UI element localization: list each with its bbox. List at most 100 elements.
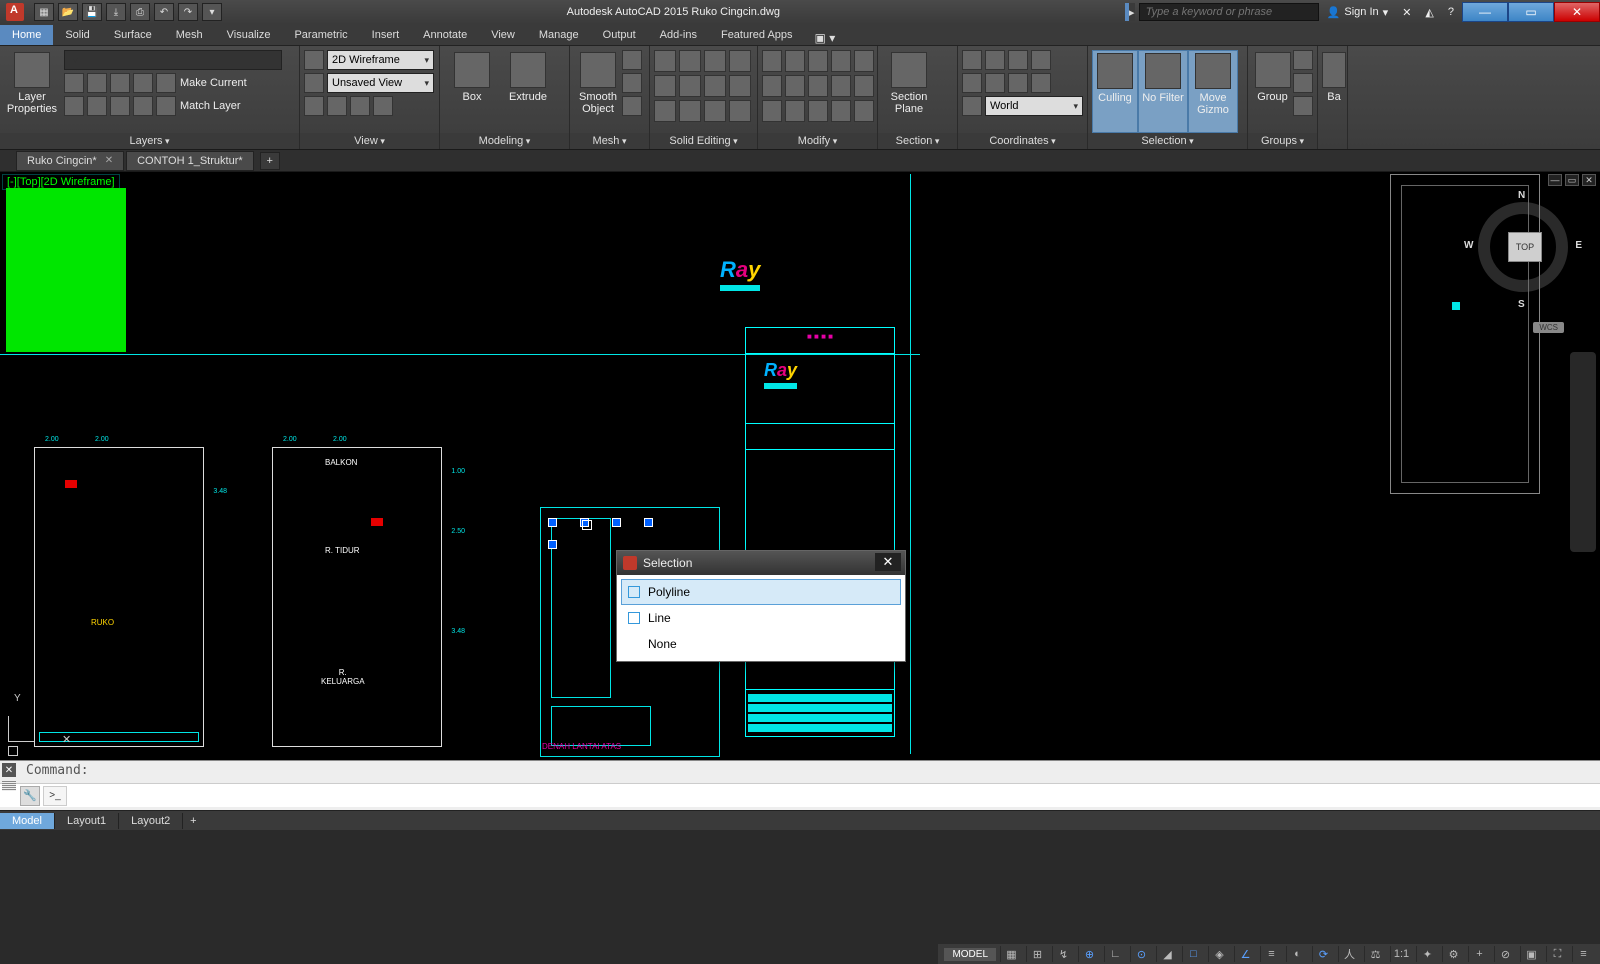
modify-trim[interactable] — [808, 50, 828, 72]
world-combo[interactable]: World — [985, 96, 1083, 116]
match-layer-button[interactable]: Match Layer — [156, 96, 241, 116]
status-iso[interactable]: ◢ — [1156, 946, 1178, 962]
viewcube-south[interactable]: S — [1518, 299, 1525, 310]
layer-iso-icon[interactable] — [64, 96, 84, 116]
solided-btn-12[interactable] — [729, 100, 751, 122]
panel-title-section[interactable]: Section — [878, 133, 957, 149]
doc-tab-1[interactable]: Ruko Cingcin*✕ — [16, 151, 124, 171]
solided-btn-6[interactable] — [679, 75, 701, 97]
viewport-close[interactable]: ✕ — [1582, 174, 1596, 186]
selection-popup-header[interactable]: Selection ✕ — [617, 551, 905, 575]
command-drag-grip[interactable] — [2, 781, 16, 791]
exchange-apps-icon[interactable]: ✕ — [1402, 6, 1411, 19]
tab-home[interactable]: Home — [0, 25, 53, 45]
smooth-object-button[interactable]: Smooth Object — [574, 50, 622, 133]
selection-grip[interactable] — [548, 518, 557, 527]
ungroup-btn[interactable] — [1293, 50, 1313, 70]
solided-btn-2[interactable] — [679, 50, 701, 72]
box-button[interactable]: Box — [444, 50, 500, 133]
tab-featured-apps[interactable]: Featured Apps — [709, 25, 805, 45]
status-osnap[interactable]: □ — [1182, 946, 1204, 962]
selection-popup-close[interactable]: ✕ — [875, 553, 901, 571]
selection-item-polyline[interactable]: Polyline — [621, 579, 901, 605]
modify-move[interactable] — [762, 50, 782, 72]
modify-break[interactable] — [831, 100, 851, 122]
layout-tab-add[interactable]: + — [183, 815, 203, 827]
command-input[interactable] — [67, 786, 1600, 806]
panel-title-view[interactable]: View — [300, 133, 439, 149]
selection-grip[interactable] — [612, 518, 621, 527]
ribbon-expand-icon[interactable]: ▣ ▾ — [815, 31, 836, 45]
visual-style-icon[interactable] — [304, 50, 324, 70]
mesh-refine-icon[interactable] — [622, 96, 642, 116]
modify-align[interactable] — [808, 100, 828, 122]
command-close[interactable]: ✕ — [2, 763, 16, 777]
tab-annotate[interactable]: Annotate — [411, 25, 479, 45]
command-customize-icon[interactable]: 🔧 — [20, 786, 40, 806]
status-transparency[interactable]: ◐ — [1286, 946, 1308, 962]
solided-btn-5[interactable] — [654, 75, 676, 97]
status-3dosnap[interactable]: ◈ — [1208, 946, 1230, 962]
selection-grip[interactable] — [548, 540, 557, 549]
modify-rotate[interactable] — [785, 50, 805, 72]
layout-tab-model[interactable]: Model — [0, 813, 55, 829]
ucs-face-btn[interactable] — [1031, 50, 1051, 70]
status-workspace[interactable]: ⚙ — [1442, 946, 1464, 962]
viewport-min[interactable]: — — [1548, 174, 1562, 186]
tab-parametric[interactable]: Parametric — [282, 25, 359, 45]
qat-redo[interactable]: ↷ — [178, 3, 198, 21]
mesh-less-icon[interactable] — [622, 73, 642, 93]
ucs-named-btn[interactable] — [962, 96, 982, 116]
panel-title-solid-editing[interactable]: Solid Editing — [650, 133, 757, 149]
status-annotation[interactable]: 人 — [1338, 946, 1360, 962]
layer-properties-button[interactable]: Layer Properties — [4, 50, 60, 133]
qat-save[interactable]: 💾 — [82, 3, 102, 21]
panel-title-coordinates[interactable]: Coordinates — [958, 133, 1087, 149]
panel-title-mesh[interactable]: Mesh — [570, 133, 649, 149]
selection-grip[interactable] — [644, 518, 653, 527]
panel-title-modeling[interactable]: Modeling — [440, 133, 569, 149]
status-annoscale[interactable]: ⚖ — [1364, 946, 1386, 962]
solided-btn-4[interactable] — [729, 50, 751, 72]
status-lineweight[interactable]: ≡ — [1260, 946, 1282, 962]
sign-in-button[interactable]: 👤 Sign In ▾ — [1327, 6, 1388, 19]
move-gizmo-button[interactable]: Move Gizmo — [1188, 50, 1238, 133]
doc-tab-2[interactable]: CONTOH 1_Struktur* — [126, 151, 254, 171]
help-icon[interactable]: ? — [1448, 6, 1454, 18]
status-customize[interactable]: ≡ — [1572, 946, 1594, 962]
group-button[interactable]: Group — [1252, 50, 1293, 133]
tab-solid[interactable]: Solid — [53, 25, 101, 45]
drawing-canvas[interactable]: [-][Top][2D Wireframe] Ray ■ ■ ■ ■ Ray 2… — [0, 172, 1600, 760]
layer-color-icon[interactable] — [133, 73, 153, 93]
panel-title-modify[interactable]: Modify — [758, 133, 877, 149]
visual-style-combo[interactable]: 2D Wireframe — [327, 50, 434, 70]
status-polar[interactable]: ⊙ — [1130, 946, 1152, 962]
stay-connected-icon[interactable]: ◭ — [1425, 6, 1433, 19]
section-plane-button[interactable]: Section Plane — [882, 50, 936, 133]
layer-lock-icon[interactable] — [110, 73, 130, 93]
ucs-prev-btn[interactable] — [1008, 50, 1028, 70]
viewcube-west[interactable]: W — [1464, 240, 1473, 251]
ucs-world-btn[interactable] — [985, 50, 1005, 70]
ucs-x-btn[interactable] — [962, 73, 982, 93]
ucs-y-btn[interactable] — [985, 73, 1005, 93]
viewcube-north[interactable]: N — [1518, 190, 1525, 201]
modify-fillet[interactable] — [808, 75, 828, 97]
layer-thaw-icon[interactable] — [110, 96, 130, 116]
solided-btn-7[interactable] — [704, 75, 726, 97]
status-gizmo[interactable]: ✦ — [1416, 946, 1438, 962]
viewcube[interactable]: TOP N E S W — [1468, 192, 1578, 302]
group-sel-btn[interactable] — [1293, 96, 1313, 116]
solided-btn-9[interactable] — [654, 100, 676, 122]
status-scale[interactable]: 1:1 — [1390, 946, 1412, 962]
status-dynamic-input[interactable]: ⊕ — [1078, 946, 1100, 962]
view-btn-4[interactable] — [373, 96, 393, 116]
solided-btn-10[interactable] — [679, 100, 701, 122]
viewport-max[interactable]: ▭ — [1565, 174, 1579, 186]
layer-unlock-icon[interactable] — [133, 96, 153, 116]
modify-array[interactable] — [831, 75, 851, 97]
extrude-button[interactable]: Extrude — [500, 50, 556, 133]
maximize-button[interactable]: ▭ — [1508, 2, 1554, 22]
layout-tab-2[interactable]: Layout2 — [119, 813, 183, 829]
modify-stretch[interactable] — [762, 100, 782, 122]
